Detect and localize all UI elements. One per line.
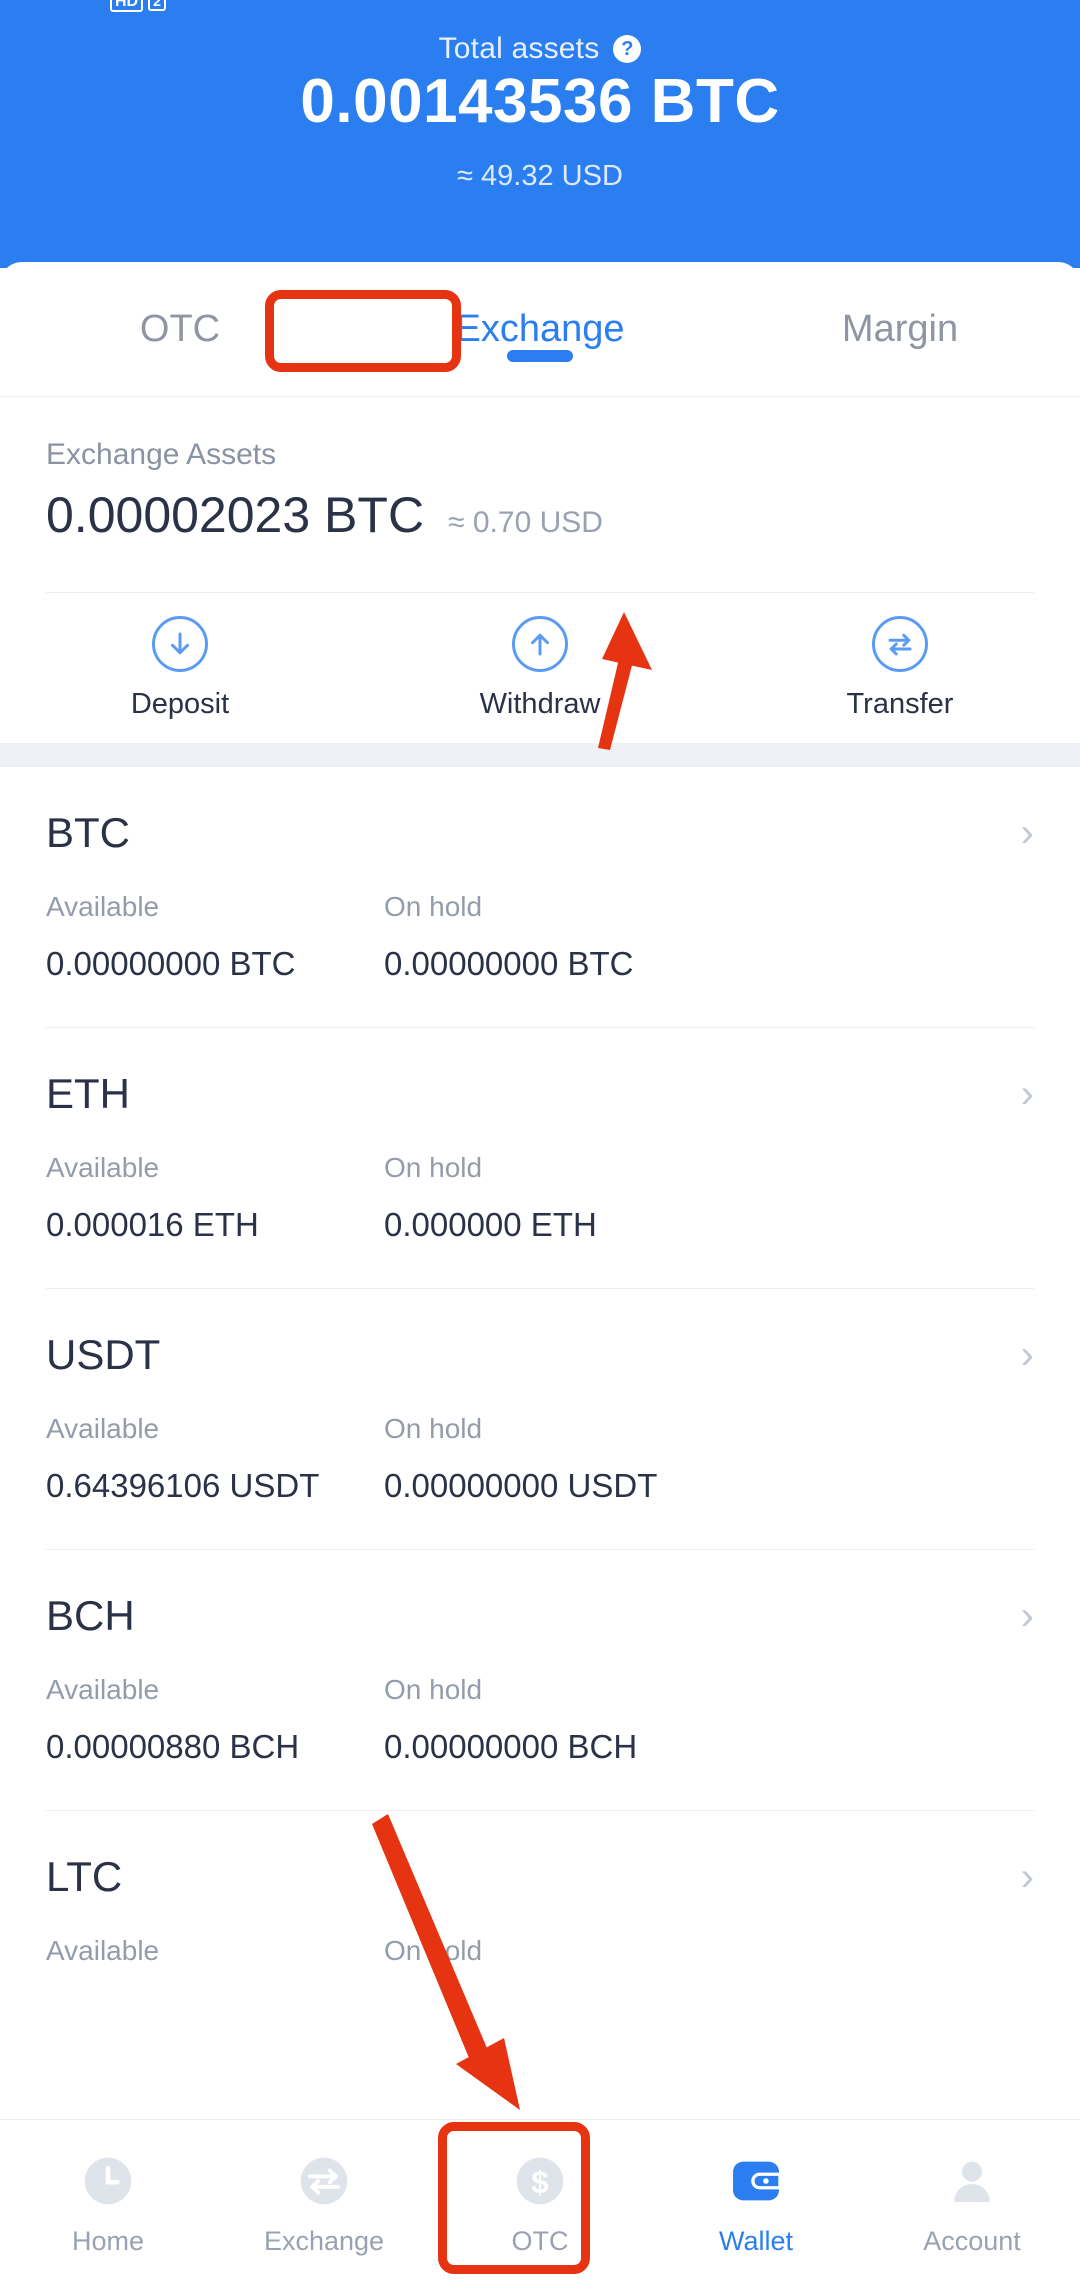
- exchange-assets-section: Exchange Assets 0.00002023 BTC ≈ 0.70 US…: [0, 398, 1080, 1966]
- exchange-assets-usd: ≈ 0.70 USD: [448, 506, 603, 539]
- header-panel: HD 2 Total assets ? 0.00143536 BTC ≈ 49.…: [0, 0, 1080, 268]
- arrow-down-circle-icon: [152, 615, 208, 672]
- nav-item-wallet-label: Wallet: [718, 2225, 793, 2256]
- exchange-assets-amount: 0.00002023 BTC: [46, 487, 425, 543]
- assets-divider: [46, 592, 1034, 593]
- withdraw-label: Withdraw: [479, 687, 601, 720]
- total-assets-usd: ≈ 49.32 USD: [457, 160, 623, 192]
- active-tab-indicator: [507, 349, 573, 362]
- available-label: Available: [46, 1413, 160, 1444]
- total-assets-row: Total assets ?: [0, 32, 1080, 66]
- chevron-right-icon[interactable]: ›: [1021, 813, 1034, 853]
- available-label: Available: [46, 1935, 160, 1966]
- withdraw-button[interactable]: Withdraw: [360, 615, 720, 721]
- question-mark-icon[interactable]: ?: [613, 35, 642, 63]
- tab-margin[interactable]: Margin: [720, 308, 1080, 351]
- tab-exchange-label: Exchange: [455, 307, 625, 350]
- hd-label: HD: [110, 0, 144, 12]
- coin-balance-list: BTC › Available 0.00000000 BTC On hold 0…: [0, 767, 1080, 1967]
- nav-item-home[interactable]: Home: [0, 2150, 216, 2257]
- transfer-button[interactable]: Transfer: [720, 615, 1080, 721]
- wallet-icon: [725, 2150, 787, 2212]
- person-icon: [941, 2150, 1003, 2212]
- available-value: 0.00000000 BTC: [46, 945, 296, 982]
- on-hold-value: 0.00000000 BTC: [384, 945, 634, 982]
- nav-item-exchange-label: Exchange: [263, 2225, 385, 2256]
- svg-text:$: $: [531, 2164, 549, 2200]
- nav-item-otc[interactable]: $ OTC: [432, 2150, 648, 2257]
- available-label: Available: [46, 1674, 160, 1705]
- chevron-right-icon[interactable]: ›: [1021, 1596, 1034, 1636]
- chevron-right-icon[interactable]: ›: [1021, 1074, 1034, 1114]
- table-row[interactable]: LTC › Available On hold: [0, 1811, 1080, 1967]
- chevron-right-icon[interactable]: ›: [1021, 1335, 1034, 1375]
- nav-item-otc-label: OTC: [511, 2225, 569, 2256]
- exchange-assets-label: Exchange Assets: [46, 438, 277, 471]
- hd-count: 2: [148, 0, 166, 11]
- on-hold-label: On hold: [384, 1413, 483, 1444]
- bottom-navigation-bar: Home Exchange $ OTC Wallet Account: [0, 2119, 1080, 2286]
- on-hold-label: On hold: [384, 1674, 483, 1705]
- total-assets-label: Total assets: [438, 32, 600, 65]
- table-row[interactable]: USDT › Available 0.64396106 USDT On hold…: [0, 1289, 1080, 1550]
- coin-symbol: BCH: [46, 1592, 135, 1639]
- asset-type-tabs: OTC Exchange Margin: [0, 262, 1080, 397]
- nav-item-account[interactable]: Account: [864, 2150, 1080, 2257]
- tab-otc-label: OTC: [139, 307, 221, 350]
- deposit-label: Deposit: [130, 687, 230, 720]
- exchange-assets-balance-row: 0.00002023 BTC ≈ 0.70 USD: [46, 486, 1080, 544]
- table-row[interactable]: BCH › Available 0.00000880 BCH On hold 0…: [0, 1550, 1080, 1811]
- available-label: Available: [46, 891, 160, 922]
- available-label: Available: [46, 1152, 160, 1183]
- coin-symbol: LTC: [46, 1853, 123, 1900]
- on-hold-value: 0.000000 ETH: [384, 1206, 597, 1243]
- table-row[interactable]: BTC › Available 0.00000000 BTC On hold 0…: [0, 767, 1080, 1028]
- nav-item-wallet[interactable]: Wallet: [648, 2150, 864, 2257]
- total-assets-amount: 0.00143536 BTC: [300, 67, 780, 136]
- on-hold-label: On hold: [384, 1935, 483, 1966]
- dollar-sign-icon: $: [509, 2150, 571, 2212]
- chevron-right-icon[interactable]: ›: [1021, 1857, 1034, 1897]
- status-bar: HD 2: [0, 0, 1080, 16]
- action-buttons-row: Deposit Withdraw Transfer: [0, 598, 1080, 738]
- on-hold-label: On hold: [384, 1152, 483, 1183]
- transfer-arrows-icon: [293, 2150, 355, 2212]
- available-value: 0.64396106 USDT: [46, 1467, 320, 1504]
- on-hold-value: 0.00000000 BCH: [384, 1728, 638, 1765]
- clock-icon: [77, 2150, 139, 2212]
- hd-badge: HD 2: [110, 0, 166, 12]
- tab-exchange[interactable]: Exchange: [360, 307, 720, 362]
- nav-item-account-label: Account: [923, 2225, 1021, 2256]
- nav-item-exchange[interactable]: Exchange: [216, 2150, 432, 2257]
- tab-margin-label: Margin: [841, 307, 959, 350]
- nav-item-home-label: Home: [71, 2225, 145, 2256]
- section-separator-strip: [0, 743, 1080, 767]
- transfer-arrows-circle-icon: [872, 615, 928, 672]
- deposit-button[interactable]: Deposit: [0, 615, 360, 721]
- tab-otc[interactable]: OTC: [0, 308, 360, 351]
- arrow-up-circle-icon: [512, 615, 568, 672]
- available-value: 0.00000880 BCH: [46, 1728, 300, 1765]
- content-sheet: OTC Exchange Margin Exchange Assets 0.00…: [0, 262, 1080, 2286]
- transfer-label: Transfer: [846, 687, 954, 720]
- available-value: 0.000016 ETH: [46, 1206, 259, 1243]
- coin-symbol: ETH: [46, 1070, 130, 1117]
- table-row[interactable]: ETH › Available 0.000016 ETH On hold 0.0…: [0, 1028, 1080, 1289]
- coin-symbol: USDT: [46, 1331, 161, 1378]
- coin-symbol: BTC: [46, 809, 130, 856]
- on-hold-label: On hold: [384, 891, 483, 922]
- on-hold-value: 0.00000000 USDT: [384, 1467, 658, 1504]
